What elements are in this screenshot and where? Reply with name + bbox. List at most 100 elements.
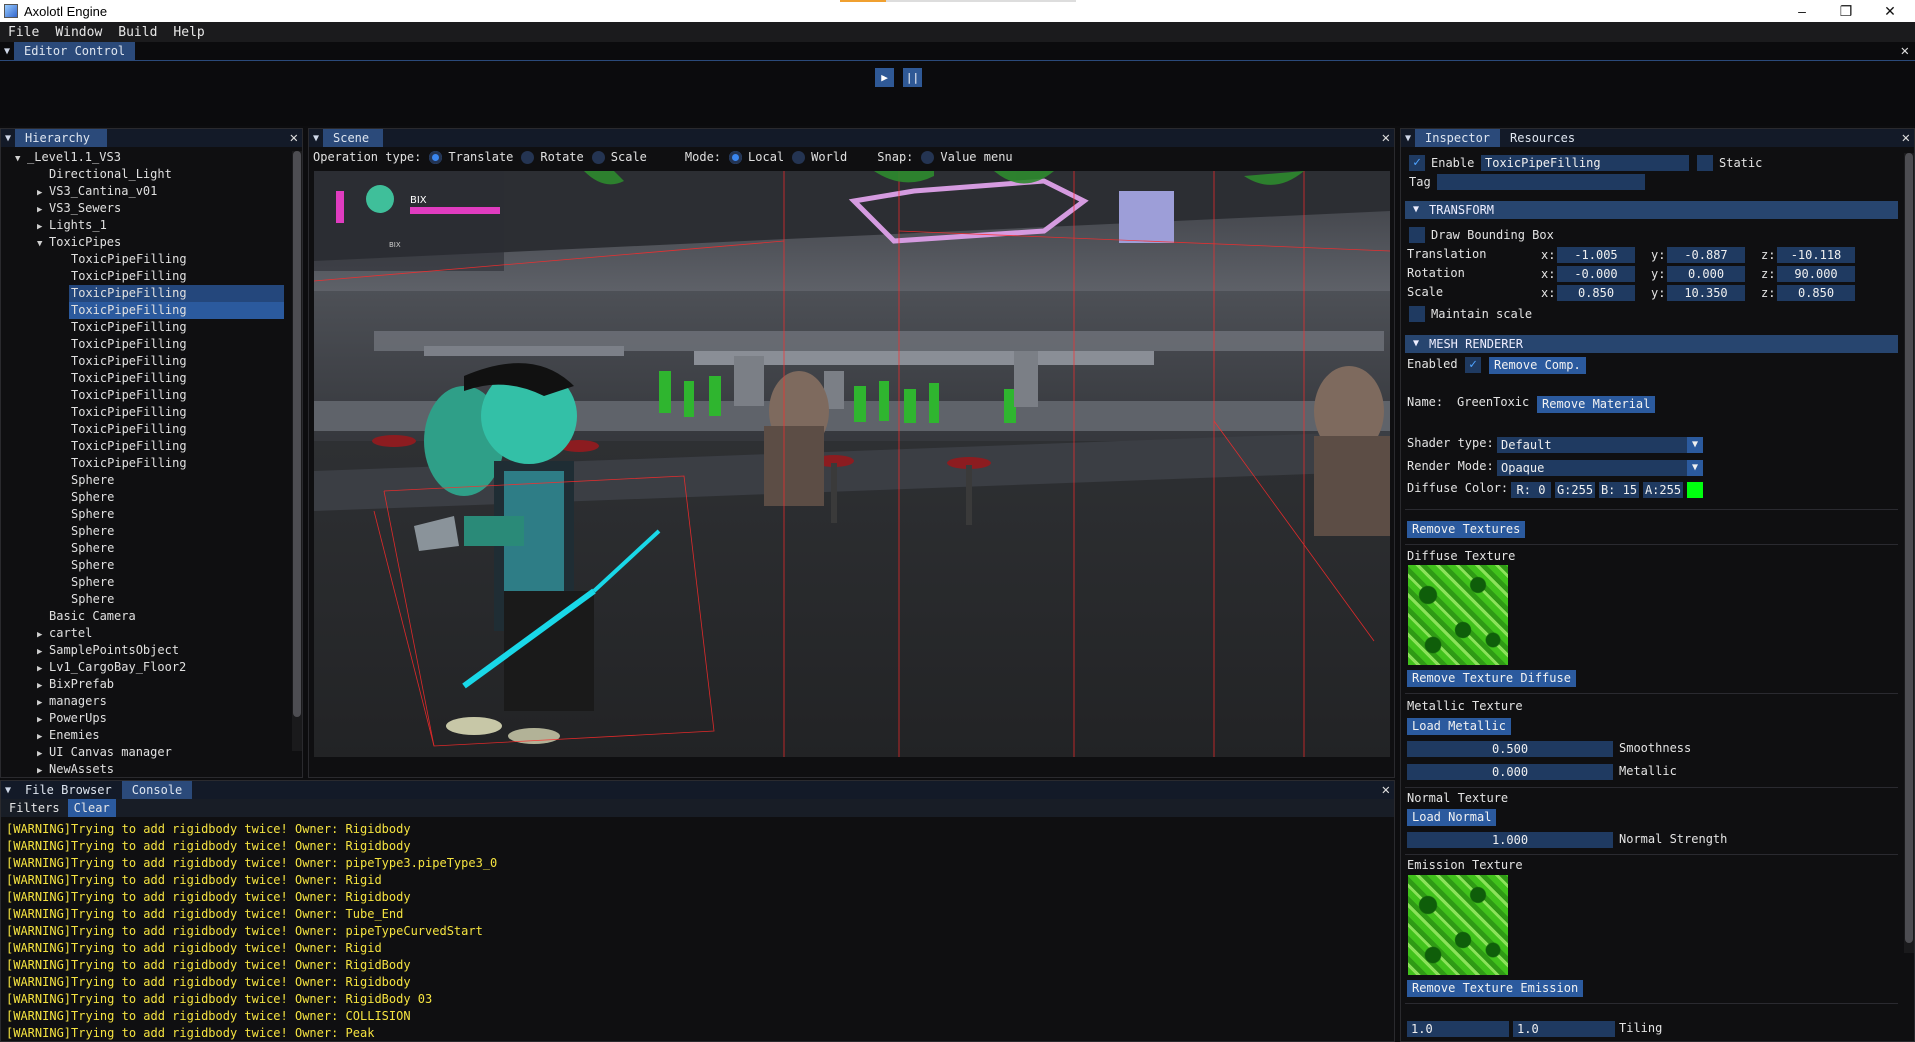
hierarchy-item[interactable]: ▼ _Level1.1_VS3 — [15, 149, 121, 166]
hierarchy-item[interactable]: ▶ UI Canvas manager — [37, 744, 172, 761]
close-inspector-icon[interactable]: ✕ — [1902, 129, 1910, 147]
hierarchy-item[interactable]: ToxicPipeFilling — [59, 319, 187, 336]
translate-label[interactable]: Translate — [448, 150, 513, 164]
hierarchy-item[interactable]: Sphere — [59, 489, 114, 506]
diffuse-texture-thumbnail[interactable] — [1408, 565, 1508, 665]
collapse-triangle-icon[interactable]: ▼ — [0, 46, 14, 57]
minimize-button[interactable]: – — [1780, 0, 1824, 22]
shader-type-select[interactable]: Default ▼ — [1497, 437, 1703, 453]
hierarchy-item[interactable]: Sphere — [59, 591, 114, 608]
restore-button[interactable]: ❐ — [1824, 0, 1868, 22]
menu-file[interactable]: File — [0, 25, 47, 40]
enabled-checkbox[interactable]: ✓ — [1465, 357, 1481, 373]
rotation-z-input[interactable]: 90.000 — [1777, 266, 1855, 282]
remove-texture-diffuse-button[interactable]: Remove Texture Diffuse — [1407, 670, 1576, 687]
translation-z-input[interactable]: -10.118 — [1777, 247, 1855, 263]
tab-inspector[interactable]: Inspector — [1415, 129, 1501, 147]
color-r-input[interactable]: R: 0 — [1511, 482, 1551, 498]
snap-radio[interactable] — [921, 150, 935, 164]
hierarchy-item[interactable]: Sphere — [59, 574, 114, 591]
tab-console[interactable]: Console — [121, 781, 193, 799]
tab-hierarchy[interactable]: Hierarchy — [15, 129, 107, 147]
scale-label[interactable]: Scale — [611, 150, 647, 164]
collapse-triangle-icon[interactable]: ▼ — [309, 133, 323, 144]
hierarchy-item[interactable]: Sphere — [59, 540, 114, 557]
collapse-triangle-icon[interactable]: ▼ — [1, 133, 15, 144]
hierarchy-item[interactable]: ToxicPipeFilling — [59, 353, 187, 370]
rotate-radio[interactable] — [521, 150, 535, 164]
normal-strength-slider[interactable]: 1.000 — [1407, 832, 1613, 848]
hierarchy-item[interactable]: Directional_Light — [37, 166, 172, 183]
hierarchy-item[interactable]: ▶ managers — [37, 693, 107, 710]
hierarchy-item[interactable]: ToxicPipeFilling — [59, 370, 187, 387]
hierarchy-item[interactable]: ▶ Lv1_CargoBay_Floor2 — [37, 659, 186, 676]
clear-button[interactable]: Clear — [67, 799, 116, 817]
hierarchy-item[interactable]: ToxicPipeFilling — [59, 268, 187, 285]
inspector-scrollbar[interactable] — [1904, 153, 1914, 953]
smoothness-slider[interactable]: 0.500 — [1407, 741, 1613, 757]
value-menu-label[interactable]: Value menu — [940, 150, 1012, 164]
pause-button[interactable]: || — [903, 68, 922, 87]
world-radio[interactable] — [792, 150, 806, 164]
scene-viewport[interactable]: BIX BIX — [314, 171, 1390, 757]
hierarchy-item[interactable]: Sphere — [59, 506, 114, 523]
translation-y-input[interactable]: -0.887 — [1667, 247, 1745, 263]
expand-down-icon[interactable]: ▼ — [15, 151, 27, 168]
hierarchy-item[interactable]: Sphere — [59, 557, 114, 574]
remove-texture-emission-button[interactable]: Remove Texture Emission — [1407, 980, 1584, 997]
scale-radio[interactable] — [591, 150, 605, 164]
load-normal-button[interactable]: Load Normal — [1407, 809, 1497, 826]
scale-z-input[interactable]: 0.850 — [1777, 285, 1855, 301]
hierarchy-item[interactable]: ToxicPipeFilling — [69, 285, 284, 302]
mesh-renderer-section-header[interactable]: ▼ MESH RENDERER — [1405, 335, 1898, 353]
scale-y-input[interactable]: 10.350 — [1667, 285, 1745, 301]
color-b-input[interactable]: B: 15 — [1599, 482, 1639, 498]
rotation-x-input[interactable]: -0.000 — [1557, 266, 1635, 282]
hierarchy-scrollbar[interactable] — [292, 151, 302, 751]
color-a-input[interactable]: A:255 — [1643, 482, 1683, 498]
hierarchy-item[interactable]: ToxicPipeFilling — [59, 251, 187, 268]
menu-build[interactable]: Build — [110, 25, 165, 40]
render-mode-select[interactable]: Opaque ▼ — [1497, 460, 1703, 476]
inspector-scroll-thumb[interactable] — [1905, 153, 1913, 943]
enable-checkbox[interactable]: ✓ — [1409, 155, 1425, 171]
close-console-icon[interactable]: ✕ — [1382, 781, 1390, 799]
menu-window[interactable]: Window — [47, 25, 110, 40]
hierarchy-item[interactable]: ▶ Enemies — [37, 727, 100, 744]
hierarchy-item[interactable]: ▶ NewAssets — [37, 761, 114, 777]
hierarchy-scroll-thumb[interactable] — [293, 151, 301, 717]
hierarchy-item[interactable]: Basic Camera — [37, 608, 136, 625]
collapse-triangle-icon[interactable]: ▼ — [1, 785, 15, 796]
close-scene-icon[interactable]: ✕ — [1382, 129, 1390, 147]
scale-x-input[interactable]: 0.850 — [1557, 285, 1635, 301]
static-checkbox[interactable] — [1697, 155, 1713, 171]
transform-section-header[interactable]: ▼ TRANSFORM — [1405, 201, 1898, 219]
hierarchy-item[interactable]: ▼ ToxicPipes — [37, 234, 121, 251]
world-label[interactable]: World — [811, 150, 847, 164]
local-label[interactable]: Local — [748, 150, 784, 164]
hierarchy-item[interactable]: ToxicPipeFilling — [59, 336, 187, 353]
hierarchy-item[interactable]: ▶ Lights_1 — [37, 217, 107, 234]
hierarchy-item[interactable]: ▶ VS3_Cantina_v01 — [37, 183, 157, 200]
diffuse-color-swatch[interactable] — [1687, 482, 1703, 498]
translation-x-input[interactable]: -1.005 — [1557, 247, 1635, 263]
metallic-slider[interactable]: 0.000 — [1407, 764, 1613, 780]
hierarchy-item[interactable]: ▶ VS3_Sewers — [37, 200, 121, 217]
remove-comp-button[interactable]: Remove Comp. — [1489, 357, 1586, 374]
play-button[interactable]: ▶ — [875, 68, 894, 87]
remove-material-button[interactable]: Remove Material — [1537, 396, 1656, 413]
emission-texture-thumbnail[interactable] — [1408, 875, 1508, 975]
filters-button[interactable]: Filters — [1, 801, 68, 815]
tab-scene[interactable]: Scene — [323, 129, 383, 147]
hierarchy-item[interactable]: ToxicPipeFilling — [59, 404, 187, 421]
hierarchy-item[interactable]: ToxicPipeFilling — [59, 455, 187, 472]
maintain-scale-checkbox[interactable] — [1409, 306, 1425, 322]
expand-down-icon[interactable]: ▼ — [37, 236, 49, 253]
tiling-y-input[interactable]: 1.0 — [1513, 1021, 1615, 1037]
hierarchy-item[interactable]: ▶ cartel — [37, 625, 92, 642]
load-metallic-button[interactable]: Load Metallic — [1407, 718, 1511, 735]
close-window-button[interactable]: ✕ — [1868, 0, 1912, 22]
object-name-input[interactable]: ToxicPipeFilling — [1481, 155, 1689, 171]
hierarchy-item[interactable]: ▶ SamplePointsObject — [37, 642, 179, 659]
tab-editor-control[interactable]: Editor Control — [14, 42, 136, 60]
